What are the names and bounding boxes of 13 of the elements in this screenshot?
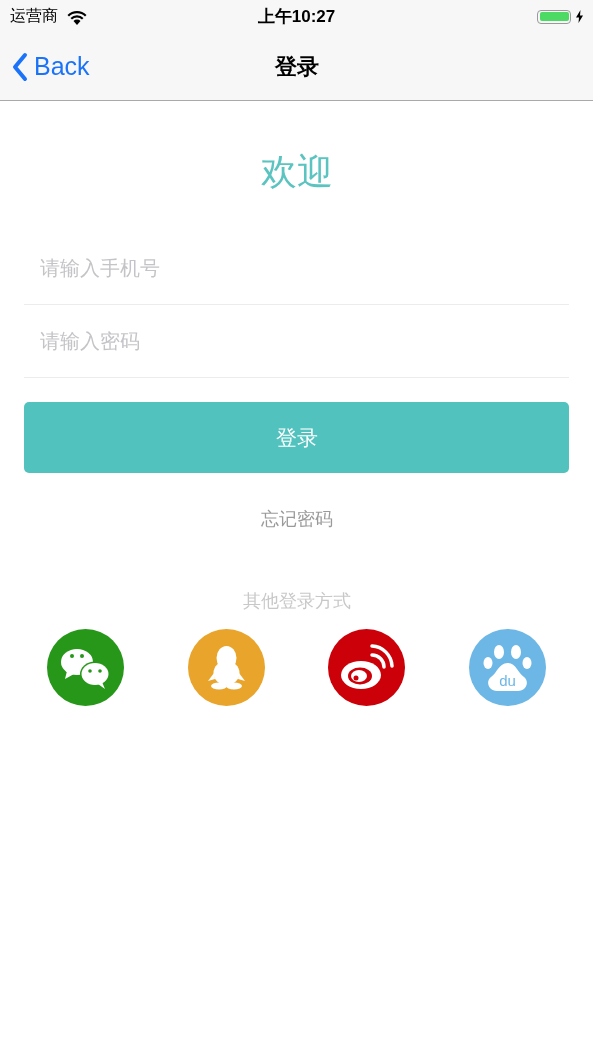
- social-login-icon[interactable]: [328, 629, 406, 706]
- battery-icon: [537, 9, 571, 24]
- forgot-password-link[interactable]: 忘记密码: [260, 507, 333, 531]
- login-button[interactable]: 登录: [24, 402, 569, 473]
- welcome-heading: 欢迎: [260, 150, 333, 194]
- social-login-icon[interactable]: [46, 629, 124, 706]
- carrier-name: 运营商: [10, 6, 58, 27]
- chevron-left-icon: [12, 51, 28, 82]
- page-title: 登录: [274, 52, 319, 81]
- wifi-icon: [66, 8, 88, 25]
- back-button[interactable]: Back: [12, 51, 90, 82]
- social-login-icon[interactable]: du: [469, 629, 547, 706]
- status-time: 上午10:27: [257, 6, 336, 28]
